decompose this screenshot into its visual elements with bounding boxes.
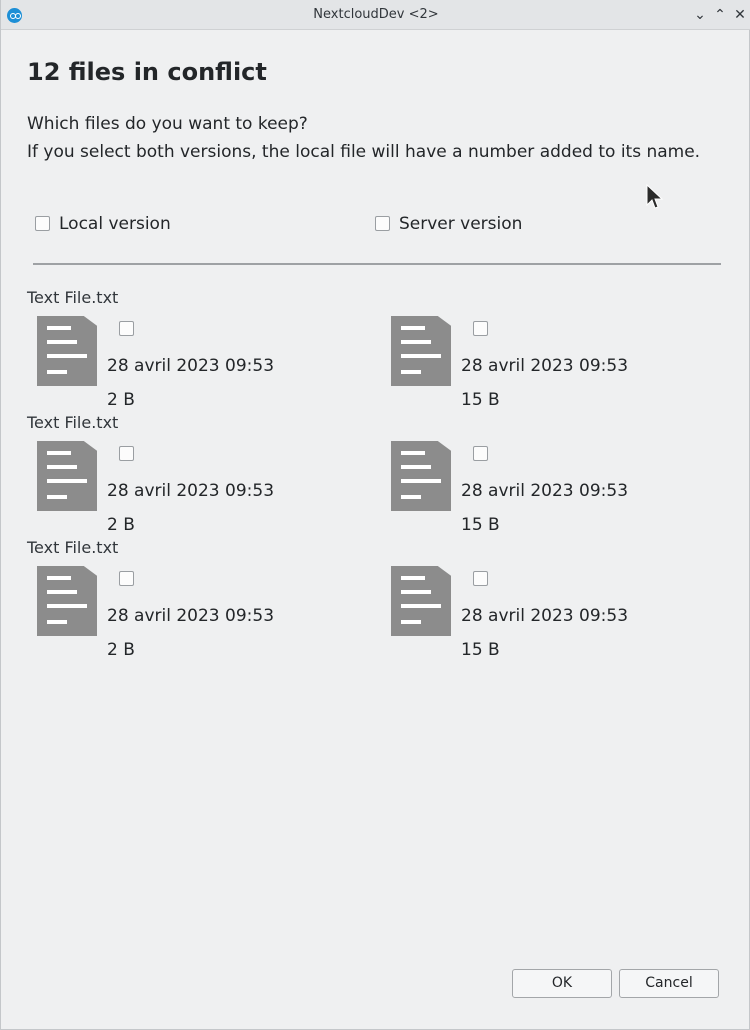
- server-file-size: 15 B: [461, 640, 500, 660]
- server-version-checkbox[interactable]: [375, 216, 390, 231]
- local-file-date: 28 avril 2023 09:53: [107, 606, 275, 626]
- local-file-checkbox[interactable]: [119, 321, 134, 336]
- server-file-size: 15 B: [461, 390, 500, 410]
- server-file-checkbox[interactable]: [473, 571, 488, 586]
- conflict-file-name: Text File.txt: [27, 413, 119, 432]
- conflict-file-name: Text File.txt: [27, 288, 119, 307]
- window-title: NextcloudDev <2>: [313, 7, 439, 22]
- local-file-icon: [37, 566, 97, 636]
- server-file-date: 28 avril 2023 09:53: [461, 481, 629, 501]
- dialog-question: Which files do you want to keep?: [27, 114, 308, 134]
- local-file-icon: [37, 316, 97, 386]
- dialog-heading: 12 files in conflict: [27, 58, 267, 86]
- local-file-date: 28 avril 2023 09:53: [107, 356, 275, 376]
- ok-button[interactable]: OK: [512, 969, 612, 998]
- local-file-icon: [37, 441, 97, 511]
- server-file-checkbox[interactable]: [473, 446, 488, 461]
- local-file-size: 2 B: [107, 390, 135, 410]
- conflict-dialog-window: NextcloudDev <2> ⌄ ⌃ ✕ 12 files in confl…: [0, 0, 750, 1030]
- server-file-date: 28 avril 2023 09:53: [461, 606, 629, 626]
- server-file-size: 15 B: [461, 515, 500, 535]
- local-file-size: 2 B: [107, 640, 135, 660]
- server-file-checkbox[interactable]: [473, 321, 488, 336]
- conflict-file-name: Text File.txt: [27, 538, 119, 557]
- server-version-label[interactable]: Server version: [399, 214, 522, 234]
- dialog-hint: If you select both versions, the local f…: [27, 142, 701, 162]
- close-icon[interactable]: ✕: [731, 5, 749, 25]
- local-file-date: 28 avril 2023 09:53: [107, 481, 275, 501]
- server-file-icon: [391, 566, 451, 636]
- local-file-size: 2 B: [107, 515, 135, 535]
- cancel-button[interactable]: Cancel: [619, 969, 719, 998]
- mouse-pointer-icon: [646, 184, 664, 209]
- server-file-icon: [391, 316, 451, 386]
- local-file-checkbox[interactable]: [119, 571, 134, 586]
- local-version-checkbox[interactable]: [35, 216, 50, 231]
- local-version-label[interactable]: Local version: [59, 214, 171, 234]
- maximize-icon[interactable]: ⌃: [711, 5, 729, 25]
- minimize-icon[interactable]: ⌄: [691, 5, 709, 25]
- divider: [33, 263, 721, 265]
- server-file-date: 28 avril 2023 09:53: [461, 356, 629, 376]
- server-file-icon: [391, 441, 451, 511]
- local-file-checkbox[interactable]: [119, 446, 134, 461]
- title-bar[interactable]: NextcloudDev <2> ⌄ ⌃ ✕: [1, 0, 750, 30]
